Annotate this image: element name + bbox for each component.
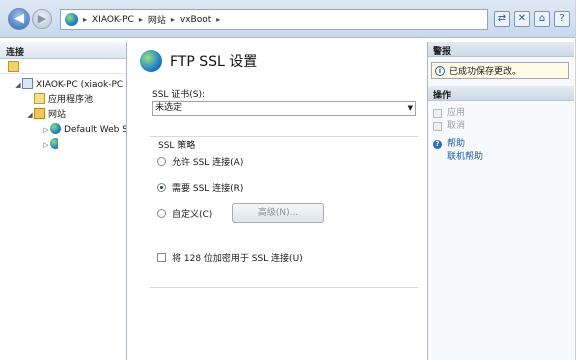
cancel-label: 取消: [447, 121, 466, 131]
breadcrumb-site[interactable]: vxBoot: [180, 15, 211, 25]
address-toolbar: ◀ ▶ ▸ XIAOK-PC ▸ 网站 ▸ vxBoot ▸ ⇄ ✕ ⌂ ?: [0, 0, 588, 38]
alerts-header: 警报: [428, 42, 574, 57]
expand-icon[interactable]: ▷: [42, 123, 50, 138]
ssl-policy-legend: SSL 策略: [156, 138, 198, 151]
ssl-cert-value: 未选定: [155, 103, 183, 113]
alert-text: 已成功保存更改。: [449, 67, 522, 77]
online-help-action[interactable]: 联机帮助: [428, 151, 574, 164]
custom-ssl-radio[interactable]: [157, 209, 166, 218]
tree-item-label: 网站: [48, 110, 67, 120]
breadcrumb-server[interactable]: XIAOK-PC: [92, 15, 134, 25]
tree-item-server[interactable]: ◢ XIAOK-PC (xiaok-PC: [0, 78, 126, 93]
use-128bit-checkbox[interactable]: [157, 253, 166, 262]
tree-item-default-web-site[interactable]: ▷ Default Web S: [0, 123, 126, 138]
online-help-label: 联机帮助: [447, 152, 484, 162]
allow-ssl-label: 允许 SSL 连接(A): [172, 158, 244, 168]
separator-arrow-icon: ▸: [138, 15, 143, 24]
info-icon: i: [435, 65, 445, 76]
cancel-icon: [433, 122, 442, 131]
alert-message: i 已成功保存更改。: [431, 62, 569, 79]
back-button[interactable]: ◀: [8, 8, 30, 30]
connect-icon[interactable]: ⇄: [494, 11, 510, 27]
apply-action[interactable]: 应用: [428, 107, 574, 120]
tree-item-label: 应用程序池: [48, 95, 94, 105]
tree-item-app-pools[interactable]: 应用程序池: [0, 93, 126, 108]
globe-icon: [65, 13, 78, 26]
globe-icon: [140, 50, 162, 72]
connections-header: 连接: [0, 42, 126, 59]
allow-ssl-option[interactable]: 允许 SSL 连接(A): [157, 155, 243, 168]
page-title: FTP SSL 设置: [170, 54, 258, 70]
new-connection-icon[interactable]: [8, 61, 19, 72]
apply-icon: [433, 109, 442, 118]
folder-icon: [34, 108, 45, 119]
computer-icon: [22, 78, 33, 89]
custom-ssl-option[interactable]: 自定义(C): [157, 207, 212, 220]
breadcrumb-sites[interactable]: 网站: [148, 13, 166, 26]
help-icon: ?: [433, 140, 442, 149]
tree-item-label: XIAOK-PC (xiaok-PC: [36, 80, 124, 90]
expand-icon[interactable]: ▷: [42, 138, 50, 153]
require-ssl-option[interactable]: 需要 SSL 连接(R): [157, 181, 243, 194]
dropdown-arrow-icon: ▼: [407, 104, 413, 112]
forward-button[interactable]: ▶: [32, 9, 52, 29]
connections-pane: 连接 ◢ XIAOK-PC (xiaok-PC 应用程序池 ◢ 网站 ▷ Defaul…: [0, 42, 127, 360]
tree-item-label: Default Web S: [64, 125, 126, 135]
separator-arrow-icon: ▸: [216, 15, 221, 24]
globe-icon: [50, 123, 61, 134]
tree-item-vxboot[interactable]: ▷vxBoot: [0, 138, 58, 153]
require-ssl-radio[interactable]: [157, 183, 166, 192]
connections-toolbar: [0, 59, 126, 74]
help-icon[interactable]: ?: [554, 11, 570, 27]
advanced-button[interactable]: 高级(N)...: [232, 203, 324, 223]
separator-arrow-icon: ▸: [83, 15, 88, 24]
ssl-cert-label: SSL 证书(S):: [152, 90, 206, 100]
collapse-icon[interactable]: ◢: [14, 78, 22, 93]
use-128bit-label: 将 128 位加密用于 SSL 连接(U): [172, 254, 303, 264]
allow-ssl-radio[interactable]: [157, 157, 166, 166]
actions-list: 应用 取消 ? 帮助 联机帮助: [428, 107, 574, 164]
help-label: 帮助: [447, 139, 466, 149]
ssl-cert-select[interactable]: 未选定 ▼: [152, 101, 416, 116]
page-header: FTP SSL 设置: [140, 50, 257, 72]
app-pool-icon: [34, 93, 45, 104]
globe-icon: [50, 138, 58, 149]
apply-label: 应用: [447, 108, 466, 118]
require-ssl-label: 需要 SSL 连接(R): [172, 184, 244, 194]
home-icon[interactable]: ⌂: [534, 11, 550, 27]
help-action[interactable]: ? 帮助: [428, 138, 574, 151]
address-bar[interactable]: ▸ XIAOK-PC ▸ 网站 ▸ vxBoot ▸: [60, 9, 488, 30]
collapse-icon[interactable]: ◢: [26, 108, 34, 123]
separator-arrow-icon: ▸: [170, 15, 175, 24]
use-128bit-option[interactable]: 将 128 位加密用于 SSL 连接(U): [157, 251, 303, 264]
cancel-action[interactable]: 取消: [428, 120, 574, 133]
actions-pane: 警报 i 已成功保存更改。 操作 应用 取消 ? 帮助 联机帮助: [427, 42, 574, 360]
stop-icon[interactable]: ✕: [514, 11, 530, 27]
connections-tree: ◢ XIAOK-PC (xiaok-PC 应用程序池 ◢ 网站 ▷ Default W…: [0, 74, 126, 153]
ftp-ssl-settings-panel: FTP SSL 设置 SSL 证书(S): 未选定 ▼ SSL 策略 允许 SS…: [130, 42, 426, 360]
window-edge: [575, 0, 588, 360]
toolbar-icons: ⇄ ✕ ⌂ ?: [494, 11, 570, 27]
tree-item-sites[interactable]: ◢ 网站: [0, 108, 126, 123]
actions-header: 操作: [428, 86, 574, 101]
custom-ssl-label: 自定义(C): [172, 210, 213, 220]
